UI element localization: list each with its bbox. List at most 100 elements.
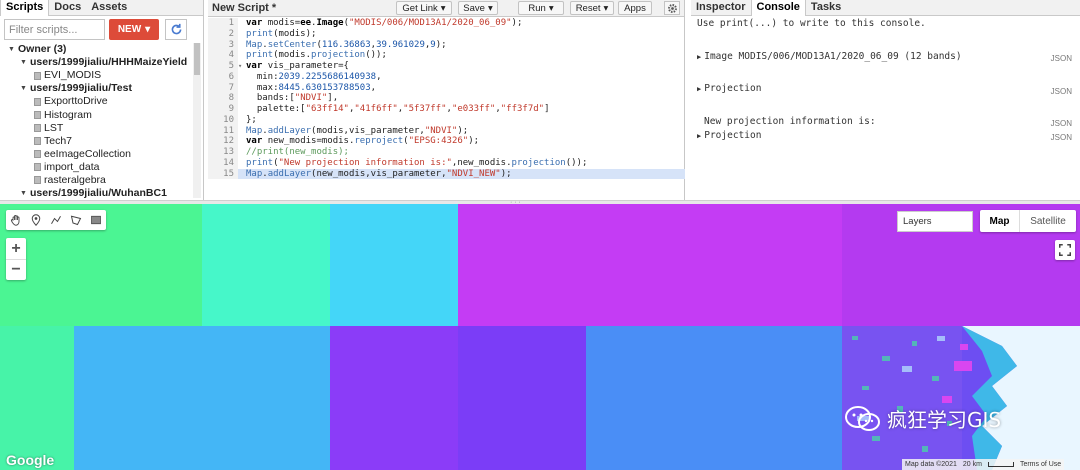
image-entry-text: Image MODIS/006/MOD13A1/2020_06_09 (12 b… <box>704 51 962 62</box>
json-link[interactable]: JSON <box>1051 87 1072 96</box>
tab-tasks[interactable]: Tasks <box>806 0 846 16</box>
point-tool-button[interactable] <box>26 210 46 230</box>
code-line[interactable]: 6 min: 2039.2255686140938, <box>208 71 685 83</box>
file-icon <box>34 176 41 185</box>
map-type-satellite-button[interactable]: Satellite <box>1020 210 1076 232</box>
code-line[interactable]: 12 var new_modis=modis. reproject("EPSG:43… <box>208 136 685 147</box>
code-line[interactable]: 15 Map. addLayer (new_modis,vis_parameter, "… <box>208 168 685 180</box>
map-type-map-button[interactable]: Map <box>980 210 1020 232</box>
repository-item[interactable]: ▼ users/1999jialiu/Test <box>0 82 192 95</box>
fold-marker[interactable] <box>238 147 246 158</box>
expand-arrow-icon: ▶ <box>697 131 702 140</box>
zoom-in-button[interactable]: + <box>6 238 26 259</box>
fold-marker[interactable] <box>238 104 246 115</box>
tab-assets[interactable]: Assets <box>86 0 132 16</box>
repository-item[interactable]: ▼ users/1999jialiu/HHHMaizeYield <box>0 56 192 69</box>
code-line[interactable]: 14 print("New projection information is:"… <box>208 157 685 169</box>
code-line[interactable]: 8 bands:["NDVI"], <box>208 93 685 104</box>
code-token: (modis,vis_parameter, <box>311 125 425 136</box>
tab-inspector[interactable]: Inspector <box>691 0 751 16</box>
script-file-item[interactable]: Histogram <box>0 108 192 121</box>
script-file-item[interactable]: ExporttoDrive <box>0 95 192 108</box>
zoom-out-button[interactable]: − <box>6 259 26 280</box>
map-view[interactable]: + − Layers Map Satellite 疯狂学习GIS Google … <box>0 204 1080 470</box>
new-button[interactable]: NEW ▾ <box>109 19 159 40</box>
repository-item[interactable]: ▼ users/1999jialiu/WuhanBC1 <box>0 187 192 200</box>
fold-marker[interactable] <box>238 158 246 169</box>
json-link[interactable]: JSON <box>1051 133 1072 142</box>
script-file-item[interactable]: eeImageCollection <box>0 148 192 161</box>
expand-triangle-icon[interactable]: ▼ <box>20 56 30 69</box>
tab-scripts[interactable]: Scripts <box>0 0 50 16</box>
code-area[interactable]: 1 var modis= ee. Image("MODIS/006/MOD13A1/2… <box>208 18 685 180</box>
owner-folder[interactable]: ▼ Owner (3) <box>0 43 192 56</box>
console-entry-projection-2[interactable]: ▶ Projection <box>697 130 761 141</box>
fold-marker[interactable] <box>238 115 246 126</box>
reset-button[interactable]: Reset ▾ <box>570 1 614 15</box>
line-tool-button[interactable] <box>46 210 66 230</box>
code-line[interactable]: 10}; <box>208 114 685 126</box>
pan-tool-button[interactable] <box>6 210 26 230</box>
code-token: Map <box>246 39 263 50</box>
expand-triangle-icon[interactable]: ▼ <box>20 187 30 200</box>
fold-marker[interactable] <box>238 136 246 147</box>
fold-marker[interactable] <box>238 169 246 180</box>
console-entry-projection[interactable]: ▶ Projection <box>697 83 761 94</box>
fold-marker[interactable] <box>238 126 246 137</box>
fold-marker[interactable] <box>238 50 246 61</box>
code-line[interactable]: 3 Map. setCenter(116.36863, 39.961029, 9); <box>208 39 685 51</box>
polygon-tool-button[interactable] <box>66 210 86 230</box>
code-line[interactable]: 5 ▾ var vis_parameter={ <box>208 61 685 72</box>
console-panel: Inspector Console Tasks Use print(...) t… <box>691 0 1080 200</box>
json-link[interactable]: JSON <box>1051 119 1072 128</box>
code-token: max: <box>246 82 279 93</box>
fullscreen-button[interactable] <box>1055 240 1075 260</box>
fold-marker[interactable] <box>238 93 246 104</box>
refresh-button[interactable] <box>165 19 187 40</box>
get-link-button[interactable]: Get Link ▾ <box>396 1 452 15</box>
save-button[interactable]: Save ▾ <box>458 1 498 15</box>
run-button[interactable]: Run ▾ <box>518 1 564 15</box>
fullscreen-icon <box>1059 244 1071 256</box>
script-file-item[interactable]: Tech7 <box>0 135 192 148</box>
script-file-item[interactable]: LST <box>0 122 192 135</box>
tab-console[interactable]: Console <box>750 0 806 16</box>
tree-scrollbar[interactable] <box>193 43 201 198</box>
code-line[interactable]: 9 palette:["63ff14", "41f6ff", "5f37ff", "e… <box>208 104 685 115</box>
layers-dropdown[interactable]: Layers <box>897 211 973 232</box>
code-line[interactable]: 11 Map. addLayer (modis,vis_parameter, "NDVI… <box>208 125 685 137</box>
fold-marker[interactable] <box>238 40 246 51</box>
json-link[interactable]: JSON <box>1051 54 1072 63</box>
code-line[interactable]: 7 max: 8445.630153788503, <box>208 82 685 94</box>
filter-scripts-input[interactable] <box>4 19 105 40</box>
script-file-item[interactable]: import_data <box>0 161 192 174</box>
expand-arrow-icon: ▶ <box>697 52 702 61</box>
script-file-item[interactable]: EVI_MODIS <box>0 69 192 82</box>
apps-button[interactable]: Apps <box>618 1 652 15</box>
expand-triangle-icon[interactable]: ▼ <box>8 43 18 56</box>
code-editor-panel: New Script * Get Link ▾ Save ▾ Run ▾ Reset ▾… <box>208 0 685 200</box>
expand-triangle-icon[interactable]: ▼ <box>20 82 30 95</box>
fold-marker[interactable] <box>238 72 246 83</box>
code-token: ); <box>511 18 523 28</box>
rectangle-tool-button[interactable] <box>86 210 106 230</box>
code-line[interactable]: 2 print (modis); <box>208 28 685 40</box>
settings-button[interactable] <box>664 1 680 15</box>
tab-docs[interactable]: Docs <box>49 0 86 16</box>
code-token: Map <box>246 168 263 179</box>
scrollbar-thumb[interactable] <box>194 43 200 75</box>
fold-marker[interactable]: ▾ <box>238 61 246 72</box>
tree-item-label: Histogram <box>44 108 92 121</box>
polyline-icon <box>51 216 61 224</box>
code-line[interactable]: 13 //print(new_modis); <box>208 147 685 158</box>
fold-marker[interactable] <box>238 18 246 29</box>
script-file-item[interactable]: rasteralgebra <box>0 174 192 187</box>
fold-marker[interactable] <box>238 29 246 40</box>
fold-marker[interactable] <box>238 83 246 94</box>
terms-link[interactable]: Terms of Use <box>1020 461 1061 468</box>
code-token: ()); <box>565 157 588 168</box>
code-token: "41f6ff" <box>354 104 398 114</box>
code-line[interactable]: 1 var modis= ee. Image("MODIS/006/MOD13A1/2… <box>208 18 685 29</box>
code-line[interactable]: 4 print (modis. projection ()); <box>208 50 685 61</box>
console-entry-image[interactable]: ▶ Image MODIS/006/MOD13A1/2020_06_09 (12… <box>697 51 962 62</box>
